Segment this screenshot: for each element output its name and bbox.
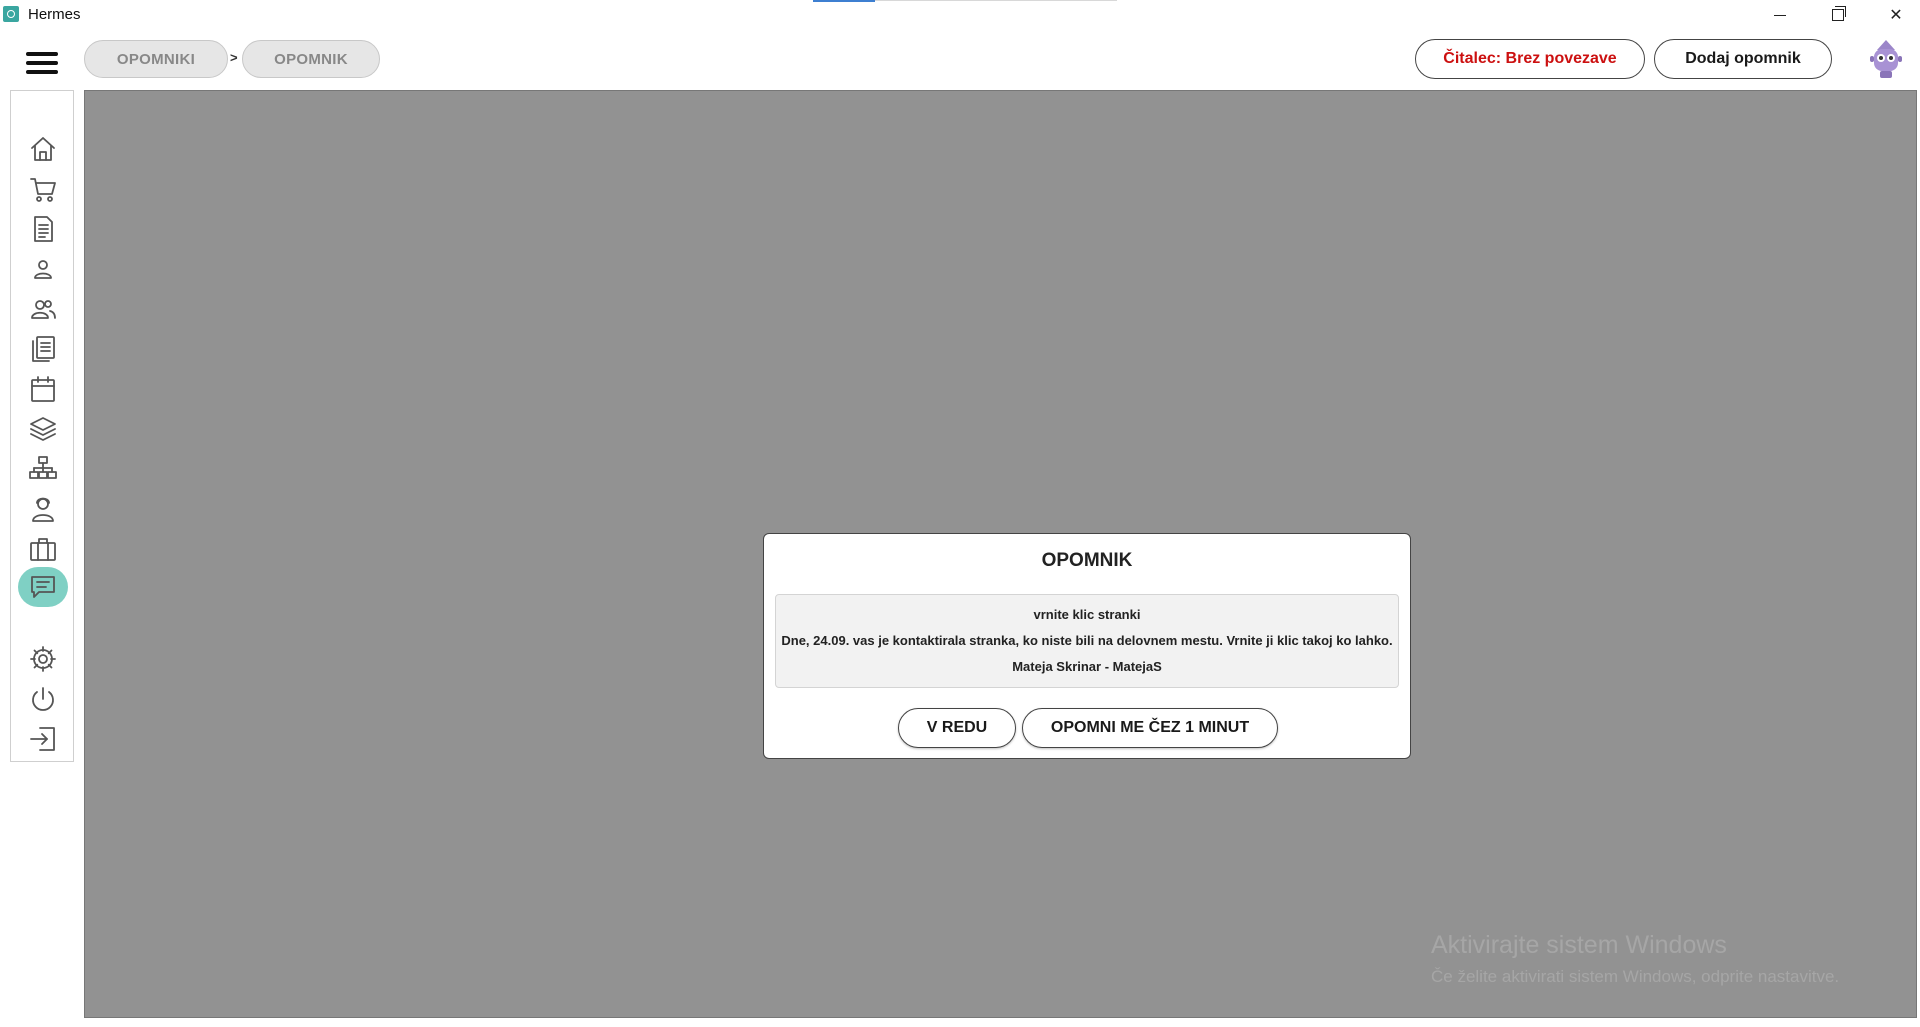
restore-button[interactable] (1810, 0, 1866, 30)
sidebar-item-documents[interactable] (27, 213, 59, 245)
ok-button[interactable]: V REDU (898, 708, 1016, 748)
dialog-title: OPOMNIK (1041, 550, 1133, 571)
reminder-message-box: vrnite klic stranki Dne, 24.09. vas je k… (775, 594, 1399, 688)
add-reminder-button[interactable]: Dodaj opomnik (1654, 39, 1832, 79)
reminder-body: Dne, 24.09. vas je kontaktirala stranka,… (781, 633, 1393, 648)
close-icon: ✕ (1889, 7, 1903, 24)
reminder-author: Mateja Skrinar - MatejaS (1012, 659, 1162, 674)
sidebar-item-records[interactable] (27, 333, 59, 365)
hamburger-icon-line (26, 70, 58, 74)
sidebar-item-operator[interactable] (27, 493, 59, 525)
people-icon (31, 300, 56, 319)
reminder-subject: vrnite klic stranki (1033, 607, 1141, 622)
remind-later-button[interactable]: OPOMNI ME ČEZ 1 MINUT (1022, 708, 1278, 748)
app-title: Hermes (28, 6, 81, 23)
minimize-icon (1774, 14, 1786, 16)
hamburger-icon-line (26, 52, 58, 56)
robot-avatar-icon (1870, 40, 1902, 78)
breadcrumb-separator: > (230, 50, 238, 65)
sidebar-item-chat[interactable] (18, 567, 68, 607)
briefcase-icon (30, 538, 56, 561)
sidebar-item-home[interactable] (27, 133, 59, 165)
sidebar-item-person[interactable] (27, 253, 59, 285)
sidebar-item-network[interactable] (27, 453, 59, 485)
reminder-dialog: OPOMNIK vrnite klic stranki Dne, 24.09. … (763, 533, 1411, 759)
restore-icon (1832, 6, 1846, 21)
sidebar-item-settings[interactable] (27, 643, 59, 675)
power-icon (32, 687, 54, 711)
document-icon (34, 216, 53, 242)
sidebar-item-cart[interactable] (27, 173, 59, 205)
sidebar-item-calendar[interactable] (27, 373, 59, 405)
sidebar (10, 90, 74, 762)
home-icon (31, 137, 55, 161)
title-bar: Hermes ✕ (0, 0, 1920, 30)
operator-icon (32, 497, 54, 522)
sidebar-item-briefcase[interactable] (27, 533, 59, 565)
main-content-overlay: OPOMNIK vrnite klic stranki Dne, 24.09. … (84, 90, 1917, 1018)
breadcrumb-opomniki[interactable]: OPOMNIKI (84, 40, 228, 78)
network-icon (29, 456, 57, 479)
windows-activation-watermark-title: Aktivirajte sistem Windows (1431, 931, 1727, 959)
sidebar-item-layers[interactable] (27, 413, 59, 445)
sidebar-item-people[interactable] (27, 293, 59, 325)
person-icon (34, 260, 52, 279)
calendar-icon (31, 376, 55, 402)
gear-icon (30, 646, 56, 672)
hamburger-icon-line (26, 61, 58, 65)
logout-icon (30, 727, 55, 751)
menu-toggle-button[interactable] (26, 52, 58, 76)
documents-icon (32, 336, 55, 362)
layers-icon (30, 417, 56, 441)
title-divider-line (875, 0, 1117, 1)
reader-status-button[interactable]: Čitalec: Brez povezave (1415, 39, 1645, 79)
breadcrumb-opomnik[interactable]: OPOMNIK (242, 40, 380, 78)
app-logo-icon (3, 6, 19, 22)
sidebar-item-logout[interactable] (27, 723, 59, 755)
minimize-button[interactable] (1752, 0, 1808, 30)
close-button[interactable]: ✕ (1868, 0, 1920, 30)
chat-icon (31, 576, 55, 598)
windows-activation-watermark-text: Če želite aktivirati sistem Windows, odp… (1431, 967, 1840, 986)
title-accent-line (813, 0, 875, 2)
cart-icon (30, 178, 56, 202)
avatar[interactable] (1868, 38, 1904, 80)
sidebar-item-power[interactable] (27, 683, 59, 715)
